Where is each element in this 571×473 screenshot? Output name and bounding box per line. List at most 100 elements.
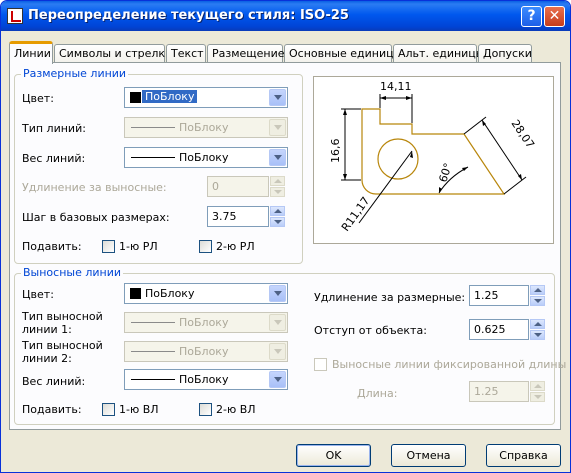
dim-lineweight-label: Вес линий: bbox=[22, 152, 86, 165]
spin-down-icon[interactable] bbox=[530, 296, 545, 306]
combo-value: ПоБлоку bbox=[179, 316, 229, 329]
ext-suppress-2-checkbox[interactable] bbox=[199, 403, 212, 416]
combo-value: ПоБлоку bbox=[179, 345, 229, 358]
tab-symbols-arrows[interactable]: Символы и стрелки bbox=[54, 44, 172, 62]
preview-drawing: 14,11 16,6 28,07 60° R11,17 bbox=[329, 80, 537, 234]
chevron-down-icon[interactable] bbox=[269, 371, 286, 388]
ext-suppress-1-checkbox[interactable] bbox=[102, 403, 115, 416]
tab-fit[interactable]: Размещение bbox=[207, 44, 285, 62]
spinner-buttons[interactable] bbox=[270, 206, 285, 227]
ext-suppress-2-label[interactable]: 2-ю ВЛ bbox=[216, 403, 256, 416]
spin-down-icon bbox=[270, 187, 285, 197]
dim-baseline-spinner[interactable]: 3.75 bbox=[207, 206, 285, 227]
close-button[interactable]: ✕ bbox=[544, 6, 565, 27]
tab-primary-units[interactable]: Основные единицы bbox=[284, 44, 402, 62]
ext-linetype1-label-b: линии 1: bbox=[22, 323, 72, 336]
dim-suppress-2-label[interactable]: 2-ю РЛ bbox=[216, 240, 255, 253]
chevron-down-icon[interactable] bbox=[269, 89, 286, 106]
tab-lines[interactable]: Линии bbox=[9, 41, 53, 64]
help-button[interactable]: Справка bbox=[486, 444, 561, 467]
group-dimension-lines: Размерные линии Цвет: ПоБлоку Тип линий:… bbox=[14, 67, 303, 264]
dim-extend-label: Удлинение за выносные: bbox=[22, 181, 167, 194]
dim-suppress-1-checkbox[interactable] bbox=[102, 240, 115, 253]
dim-lineweight-combo[interactable]: ПоБлоку bbox=[124, 147, 288, 168]
line-sample-icon bbox=[131, 379, 175, 380]
chevron-down-icon[interactable] bbox=[269, 285, 286, 302]
ext-offset-label: Отступ от объекта: bbox=[314, 324, 427, 337]
line-sample-icon bbox=[131, 351, 175, 352]
chevron-down-icon bbox=[269, 343, 286, 360]
dialog-window: Переопределение текущего стиля: ISO-25 ?… bbox=[0, 0, 571, 473]
fixed-length-checkbox bbox=[314, 358, 327, 371]
fixed-length-label: Выносные линии фиксированной длины bbox=[332, 358, 567, 371]
dim-angle-text: 60° bbox=[436, 161, 454, 184]
preview-hole bbox=[377, 138, 419, 180]
dim-linetype-label: Тип линий: bbox=[22, 122, 86, 135]
ext-linetype2-combo: ПоБлоку bbox=[124, 341, 288, 362]
ext-linetype2-label-b: линии 2: bbox=[22, 352, 72, 365]
ext-color-label: Цвет: bbox=[22, 288, 54, 301]
spin-down-icon[interactable] bbox=[270, 217, 285, 227]
ext-lineweight-label: Вес линий: bbox=[22, 375, 86, 388]
spinner-value: 0.625 bbox=[474, 323, 506, 336]
spinner-value: 0 bbox=[212, 180, 219, 193]
spin-down-icon bbox=[530, 392, 545, 402]
dim-radius-text: R11,17 bbox=[339, 194, 373, 233]
dim-suppress-2-checkbox[interactable] bbox=[199, 240, 212, 253]
chevron-down-icon bbox=[269, 119, 286, 136]
spin-up-icon bbox=[530, 381, 545, 391]
tab-text[interactable]: Текст bbox=[166, 44, 206, 62]
chevron-down-icon[interactable] bbox=[269, 149, 286, 166]
line-sample-icon bbox=[131, 322, 175, 323]
group-extension-lines: Выносные линии Цвет: ПоБлоку Тип выносно… bbox=[14, 266, 566, 425]
dim-right-text: 28,07 bbox=[509, 117, 537, 150]
spinner-buttons[interactable] bbox=[530, 285, 545, 306]
spinner-value: 1.25 bbox=[474, 289, 499, 302]
spin-up-icon[interactable] bbox=[270, 206, 285, 216]
combo-value: ПоБлоку bbox=[145, 287, 195, 300]
dim-linetype-combo: ПоБлоку bbox=[124, 117, 288, 138]
spinner-value: 1.25 bbox=[474, 385, 499, 398]
ext-lineweight-combo[interactable]: ПоБлоку bbox=[124, 369, 288, 390]
cancel-button[interactable]: Отмена bbox=[391, 444, 466, 467]
length-spinner: 1.25 bbox=[469, 381, 545, 402]
dim-baseline-label: Шаг в базовых размерах: bbox=[22, 211, 170, 224]
dim-extend-spinner: 0 bbox=[207, 176, 285, 197]
ext-extend-label: Удлинение за размерные: bbox=[314, 291, 466, 304]
tab-tolerances[interactable]: Допуски bbox=[478, 44, 532, 62]
ext-offset-spinner[interactable]: 0.625 bbox=[469, 319, 545, 340]
combo-value: ПоБлоку bbox=[179, 121, 229, 134]
dim-color-combo[interactable]: ПоБлоку bbox=[124, 87, 288, 108]
ext-linetype1-label-a: Тип выносной bbox=[22, 310, 103, 323]
window-title: Переопределение текущего стиля: ISO-25 bbox=[28, 8, 349, 23]
dim-suppress-label: Подавить: bbox=[22, 240, 82, 253]
ext-color-combo[interactable]: ПоБлоку bbox=[124, 283, 288, 304]
tab-panel: Размерные линии Цвет: ПоБлоку Тип линий:… bbox=[9, 62, 566, 430]
spinner-buttons bbox=[530, 381, 545, 402]
ext-suppress-1-label[interactable]: 1-ю ВЛ bbox=[119, 403, 159, 416]
ext-linetype1-combo: ПоБлоку bbox=[124, 312, 288, 333]
tab-alt-units[interactable]: Альт. единицы bbox=[393, 44, 484, 62]
combo-value: ПоБлоку bbox=[142, 90, 198, 103]
line-sample-icon bbox=[131, 127, 175, 128]
spin-up-icon[interactable] bbox=[530, 285, 545, 295]
spinner-buttons bbox=[270, 176, 285, 197]
length-label: Длина: bbox=[357, 387, 398, 400]
combo-value: ПоБлоку bbox=[179, 373, 229, 386]
help-title-button[interactable]: ? bbox=[521, 6, 542, 27]
group-legend: Выносные линии bbox=[21, 266, 124, 279]
spin-up-icon[interactable] bbox=[530, 319, 545, 329]
spin-down-icon[interactable] bbox=[530, 330, 545, 340]
ext-extend-spinner[interactable]: 1.25 bbox=[469, 285, 545, 306]
spinner-buttons[interactable] bbox=[530, 319, 545, 340]
chevron-down-icon bbox=[269, 314, 286, 331]
title-bar[interactable]: Переопределение текущего стиля: ISO-25 ?… bbox=[1, 1, 570, 31]
dim-top-text: 14,11 bbox=[380, 80, 412, 93]
style-preview: 14,11 16,6 28,07 60° R11,17 bbox=[313, 76, 554, 244]
ext-suppress-label: Подавить: bbox=[22, 403, 82, 416]
ext-linetype2-label-a: Тип выносной bbox=[22, 339, 103, 352]
dim-suppress-1-label[interactable]: 1-ю РЛ bbox=[119, 240, 158, 253]
ok-button[interactable]: OK bbox=[296, 444, 371, 467]
dim-color-label: Цвет: bbox=[22, 92, 54, 105]
group-legend: Размерные линии bbox=[21, 67, 129, 80]
